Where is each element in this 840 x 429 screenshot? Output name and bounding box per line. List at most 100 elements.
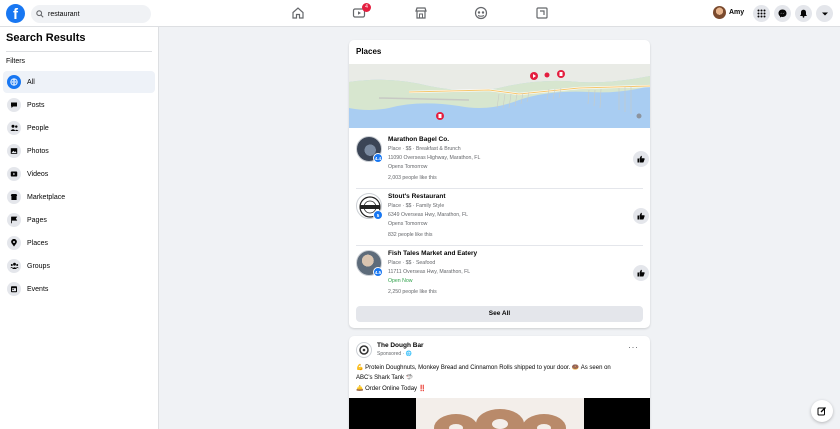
globe-icon: 🌐 — [405, 351, 412, 357]
filters-label: Filters — [6, 58, 26, 65]
flag-icon — [7, 213, 21, 227]
sponsored-text: Sponsored · — [377, 351, 405, 357]
compose-icon — [817, 407, 826, 416]
notifications-button[interactable] — [795, 5, 812, 22]
filter-label: Marketplace — [27, 193, 66, 201]
place-name[interactable]: Marathon Bagel Co. — [388, 136, 449, 143]
rating-badge: 4.5 — [373, 267, 383, 277]
place-result[interactable]: 5 Stout's Restaurant Place · $$ · Family… — [356, 189, 649, 246]
filter-posts[interactable]: Posts — [3, 94, 155, 116]
filter-groups[interactable]: Groups — [3, 255, 155, 277]
post-text-line: 💪 Protein Doughnuts, Monkey Bread and Ci… — [356, 365, 611, 371]
globe-icon — [7, 75, 21, 89]
avatar — [713, 6, 726, 19]
place-hours: Opens Tomorrow — [388, 164, 428, 170]
groups-nav-icon[interactable] — [474, 6, 488, 20]
photo-icon — [7, 144, 21, 158]
chat-icon — [7, 98, 21, 112]
places-map[interactable] — [349, 64, 650, 128]
post-author[interactable]: The Dough Bar — [377, 342, 424, 349]
thumbs-up-icon — [637, 155, 645, 163]
place-address: 11090 Overseas Highway, Marathon, FL — [388, 155, 481, 161]
rating-badge: 5 — [373, 210, 383, 220]
places-card: Places 4.4 Marathon Bagel Co. Place · $$… — [349, 40, 650, 328]
filter-pages[interactable]: Pages — [3, 209, 155, 231]
sponsored-post: The Dough Bar Sponsored · 🌐 ··· 💪 Protei… — [349, 336, 650, 429]
search-input[interactable] — [48, 10, 143, 18]
account-button[interactable] — [816, 5, 833, 22]
filter-label: Groups — [27, 262, 50, 270]
calendar-icon — [7, 282, 21, 296]
filter-photos[interactable]: Photos — [3, 140, 155, 162]
place-hours: Open Now — [388, 278, 413, 284]
filter-all[interactable]: All — [3, 71, 155, 93]
more-options-icon[interactable]: ··· — [628, 342, 639, 352]
watch-notification-badge: 4 — [362, 3, 371, 12]
place-likes: 2,250 people like this — [388, 289, 437, 295]
like-page-button[interactable] — [633, 151, 649, 167]
doughnuts-photo — [416, 398, 584, 429]
top-bar: f 4 Amy — [0, 0, 840, 27]
place-address: 6349 Overseas Hwy, Marathon, FL — [388, 212, 469, 218]
place-name[interactable]: Stout's Restaurant — [388, 193, 446, 200]
filter-label: Events — [27, 285, 49, 293]
filter-people[interactable]: People — [3, 117, 155, 139]
messenger-button[interactable] — [774, 5, 791, 22]
filter-places[interactable]: Places — [3, 232, 155, 254]
filter-videos[interactable]: Videos — [3, 163, 155, 185]
post-text-line: 🛎️ Order Online Today ‼️ — [356, 386, 427, 392]
search-sidebar: Search Results Filters All Posts People … — [0, 27, 159, 429]
messenger-icon — [778, 9, 787, 18]
filter-label: Photos — [27, 147, 49, 155]
place-likes: 832 people like this — [388, 232, 433, 238]
place-result[interactable]: 4.4 Marathon Bagel Co. Place · $$ · Brea… — [356, 132, 649, 189]
filter-label: All — [27, 78, 35, 86]
new-message-button[interactable] — [811, 400, 833, 422]
place-hours: Opens Tomorrow — [388, 221, 428, 227]
thumbs-up-icon — [637, 212, 645, 220]
place-category: Place · $$ · Family Style — [388, 203, 445, 209]
profile-shortcut[interactable]: Amy — [713, 6, 744, 19]
shop-icon — [7, 190, 21, 204]
place-address: 11711 Overseas Hwy, Marathon, FL — [388, 269, 471, 275]
filter-events[interactable]: Events — [3, 278, 155, 300]
groups-icon — [7, 259, 21, 273]
filter-label: Videos — [27, 170, 49, 178]
filter-label: Places — [27, 239, 49, 247]
place-likes: 2,003 people like this — [388, 175, 437, 181]
menu-button[interactable] — [753, 5, 770, 22]
filter-label: People — [27, 124, 49, 132]
chevron-down-icon — [821, 12, 828, 15]
post-text-line: ABC's Shark Tank 🦈 — [356, 375, 414, 381]
like-page-button[interactable] — [633, 208, 649, 224]
places-title: Places — [356, 47, 382, 56]
people-icon — [7, 121, 21, 135]
home-icon[interactable] — [291, 6, 305, 20]
doughnut-logo-icon — [359, 345, 369, 355]
search-box[interactable] — [31, 5, 151, 23]
page-avatar[interactable] — [356, 342, 372, 358]
grid-menu-icon — [757, 9, 766, 18]
thumbs-up-icon — [637, 269, 645, 277]
video-icon — [7, 167, 21, 181]
facebook-logo-icon[interactable]: f — [6, 4, 25, 23]
bell-icon — [800, 9, 807, 18]
place-category: Place · $$ · Breakfast & Brunch — [388, 146, 461, 152]
gaming-icon[interactable] — [535, 6, 549, 20]
filter-marketplace[interactable]: Marketplace — [3, 186, 155, 208]
see-all-button[interactable]: See All — [356, 306, 643, 322]
place-name[interactable]: Fish Tales Market and Eatery — [388, 250, 477, 257]
search-icon — [36, 10, 44, 18]
post-image[interactable] — [349, 398, 650, 429]
profile-name: Amy — [729, 9, 745, 16]
pin-icon — [7, 236, 21, 250]
marketplace-icon[interactable] — [414, 6, 428, 20]
rating-badge: 4.4 — [373, 153, 383, 163]
like-page-button[interactable] — [633, 265, 649, 281]
place-result[interactable]: 4.5 Fish Tales Market and Eatery Place ·… — [356, 246, 649, 303]
divider — [6, 51, 152, 52]
sponsored-label: Sponsored · 🌐 — [377, 351, 412, 357]
filter-label: Pages — [27, 216, 47, 224]
place-category: Place · $$ · Seafood — [388, 260, 436, 266]
filter-label: Posts — [27, 101, 45, 109]
